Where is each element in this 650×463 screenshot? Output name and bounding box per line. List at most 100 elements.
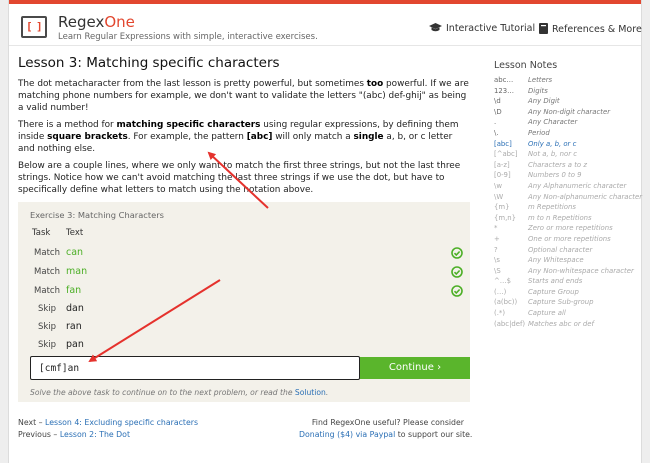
note-symbol: \s (494, 256, 500, 265)
note-row: {m} m Repetitions (494, 202, 644, 213)
lesson-paragraph-1: The dot metacharacter from the last less… (18, 78, 470, 114)
notes-title: Lesson Notes (494, 60, 558, 71)
note-row: + One or more repetitions (494, 234, 644, 245)
row-task: Skip (37, 322, 57, 332)
note-symbol: \D (494, 107, 502, 116)
note-symbol: [^abc] (494, 150, 518, 159)
note-description: Any Whitespace (528, 256, 584, 265)
note-symbol: (…) (494, 287, 507, 296)
note-symbol: (abc|def) (494, 319, 526, 328)
note-symbol: {m} (494, 203, 510, 212)
next-lesson: Next – Lesson 4: Excluding specific char… (18, 417, 198, 429)
logo-icon[interactable]: [ ] (21, 16, 47, 38)
logo-bracket-right: ] (36, 20, 43, 33)
column-task: Task (32, 228, 51, 238)
hint-period: . (325, 388, 329, 397)
brand-name[interactable]: RegexOne (58, 14, 135, 30)
row-task: Match (34, 267, 60, 277)
row-task: Skip (37, 340, 57, 350)
nav-interactive-tutorial[interactable]: Interactive Tutorial (429, 23, 535, 34)
note-symbol: (a(bc)) (494, 298, 518, 307)
note-row: (abc|def) Matches abc or def (494, 319, 644, 330)
note-row: \D Any Non-digit character (494, 107, 644, 118)
donate-link[interactable]: Donating ($4) via Paypal (299, 430, 395, 439)
note-description: m to n Repetitions (528, 213, 592, 222)
exercise-panel: Exercise 3: Matching Characters Task Tex… (18, 202, 470, 402)
note-row: abc… Letters (494, 75, 644, 86)
continue-button[interactable]: Continue › (360, 357, 470, 379)
note-row: ? Optional character (494, 245, 644, 256)
note-row: (a(bc)) Capture Sub-group (494, 297, 644, 308)
note-symbol: \. (494, 128, 499, 137)
row-text: ran (66, 321, 82, 332)
exercise-hint: Solve the above task to continue on to t… (30, 388, 328, 397)
check-circle-icon (451, 266, 463, 278)
hint-text: Solve the above task to continue on to t… (30, 388, 295, 397)
notes-list: abc… Letters 123… Digits \d Any Digit \D Any No… (494, 75, 644, 329)
row-task: Match (34, 286, 60, 296)
p2-bold-single: single (353, 132, 384, 142)
note-symbol: * (494, 224, 498, 233)
brand-main: Regex (58, 13, 105, 31)
note-description: Capture all (528, 309, 566, 318)
row-task: Match (34, 248, 60, 258)
check-circle-icon (451, 247, 463, 259)
note-row: [abc] Only a, b, or c (494, 139, 644, 150)
header: [ ] RegexOne Learn Regular Expressions w… (9, 4, 642, 46)
note-symbol: \W (494, 192, 504, 201)
note-row: ^…$ Starts and ends (494, 276, 644, 287)
note-description: Any Non-digit character (528, 107, 611, 116)
note-description: Any Non-whitespace character (528, 266, 634, 275)
note-symbol: [0-9] (494, 171, 511, 180)
table-row: Match man (18, 263, 470, 281)
note-symbol: [abc] (494, 139, 512, 148)
logo-bracket-left: [ (26, 20, 33, 33)
donate-prompt: Find RegexOne useful? Please consider (311, 418, 464, 427)
note-symbol: \S (494, 266, 501, 275)
note-symbol: [a-z] (494, 160, 510, 169)
note-description: Period (528, 128, 550, 137)
row-text: can (66, 247, 84, 258)
note-description: Characters a to z (528, 160, 587, 169)
footer-navigation: Next – Lesson 4: Excluding specific char… (18, 417, 198, 440)
next-lesson-link[interactable]: Lesson 4: Excluding specific characters (45, 418, 198, 427)
p2-text-c: . For example, the pattern (127, 132, 247, 142)
note-symbol: \w (494, 181, 502, 190)
note-row: [^abc] Not a, b, nor c (494, 149, 644, 160)
solution-link[interactable]: Solution (295, 388, 326, 397)
note-row: \w Any Alphanumeric character (494, 181, 644, 192)
note-description: Only a, b, or c (528, 139, 577, 148)
row-text: fan (66, 285, 82, 296)
note-row: {m,n} m to n Repetitions (494, 213, 644, 224)
note-description: Optional character (528, 245, 593, 254)
tagline: Learn Regular Expressions with simple, i… (58, 32, 318, 42)
p2-bold-pattern: [abc] (246, 132, 273, 142)
row-text: pan (66, 339, 84, 350)
note-row: * Zero or more repetitions (494, 223, 644, 234)
regex-input[interactable] (30, 356, 360, 380)
note-row: [a-z] Characters a to z (494, 160, 644, 171)
table-row: Skip pan (18, 336, 470, 354)
note-row: \d Any Digit (494, 96, 644, 107)
p1-text-a: The dot metacharacter from the last less… (18, 79, 367, 89)
note-description: Zero or more repetitions (528, 224, 613, 233)
p2-bold-2: square brackets (47, 132, 128, 142)
p1-bold-too: too (366, 79, 384, 89)
lesson-title: Lesson 3: Matching specific characters (18, 55, 280, 71)
note-description: Any Non-alphanumeric character (528, 192, 643, 201)
note-row: [0-9] Numbers 0 to 9 (494, 170, 644, 181)
check-circle-icon (451, 285, 463, 297)
note-description: One or more repetitions (528, 234, 611, 243)
note-row: 123… Digits (494, 86, 644, 97)
donate-line: Donating ($4) via Paypal to support our … (299, 429, 472, 441)
note-description: Digits (528, 86, 548, 95)
table-row: Match fan (18, 282, 470, 300)
note-description: Any Character (528, 118, 578, 127)
nav-references[interactable]: References & More (539, 23, 642, 35)
note-symbol: {m,n} (494, 213, 517, 222)
note-description: Letters (528, 76, 553, 84)
previous-lesson-link[interactable]: Lesson 2: The Dot (60, 430, 130, 439)
row-task: Skip (37, 304, 57, 314)
note-row: \W Any Non-alphanumeric character (494, 192, 644, 203)
brand-accent: One (104, 13, 135, 31)
